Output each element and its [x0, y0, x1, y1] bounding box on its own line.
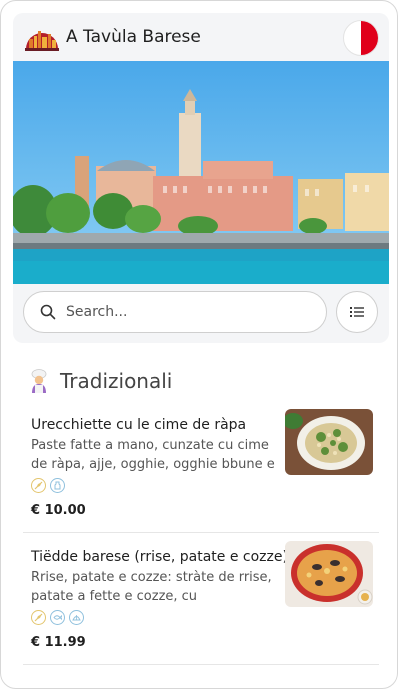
header: A Tavùla Barese [13, 13, 389, 61]
section-header: Tradizionali [29, 369, 172, 393]
hero-image [13, 61, 389, 284]
item-price: € 10.00 [31, 503, 86, 518]
flag-icon [361, 21, 378, 55]
wheat-icon [31, 478, 46, 493]
divider [23, 532, 379, 533]
dish-image [285, 409, 373, 475]
shellfish-icon [69, 610, 84, 625]
search-icon [40, 304, 56, 320]
wheat-icon [31, 610, 46, 625]
top-card: A Tavùla Barese [13, 13, 389, 343]
chef-icon [31, 369, 47, 393]
item-name: Urecchiette cu le cime de ràpa [31, 417, 247, 433]
divider [23, 664, 379, 665]
section-title: Tradizionali [60, 369, 173, 393]
dish-image [285, 541, 373, 607]
item-name: Tiëdde barese (rrise, patate e cozze) [31, 549, 288, 565]
item-price: € 11.99 [31, 635, 86, 650]
fish-icon [50, 610, 65, 625]
allergen-badges [31, 610, 84, 625]
logo-icon [25, 25, 59, 51]
app-title: A Tavùla Barese [66, 27, 201, 47]
allergen-badges [31, 478, 65, 493]
item-description: Paste fatte a mano, cunzate cu cime de r… [31, 438, 275, 472]
menu-list-button[interactable] [336, 291, 378, 333]
milk-icon [50, 478, 65, 493]
language-flag-button[interactable] [343, 20, 379, 56]
list-icon [350, 307, 364, 317]
app-frame: A Tavùla Barese Search... Tradizionali U… [0, 0, 398, 689]
search-input[interactable] [64, 303, 298, 321]
item-description: Rrise, patate e cozze: stràte de rrise, … [31, 570, 272, 604]
search-box[interactable] [23, 291, 327, 333]
